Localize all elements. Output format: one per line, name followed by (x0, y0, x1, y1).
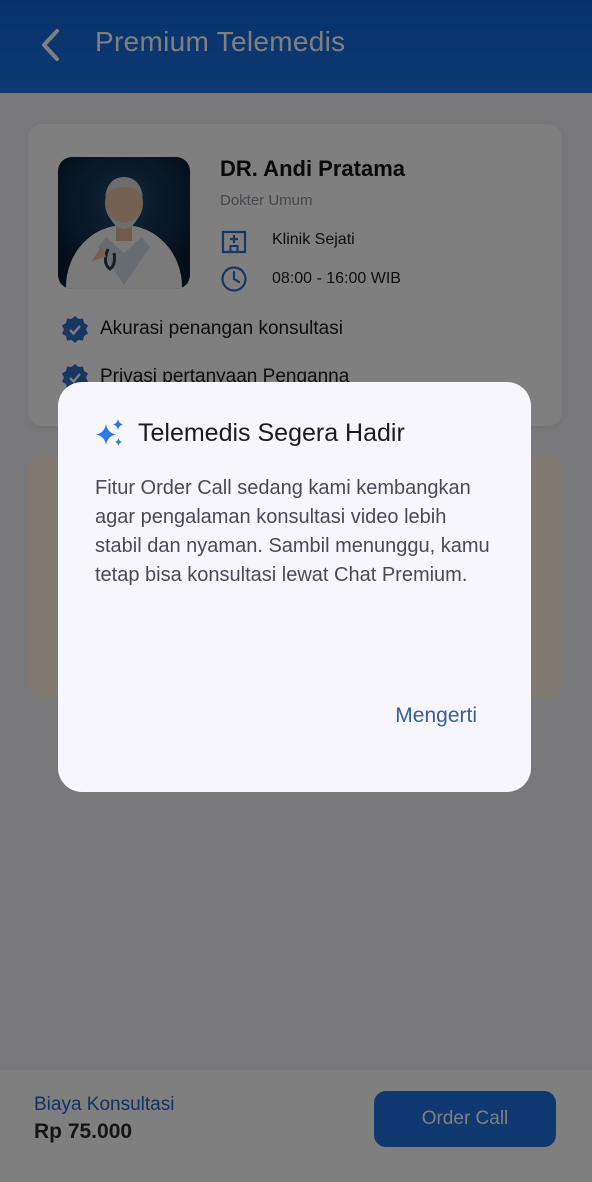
sparkle-icon (96, 419, 123, 446)
dialog-title: Telemedis Segera Hadir (138, 419, 405, 447)
understand-button[interactable]: Mengerti (395, 704, 477, 728)
dialog-message: Fitur Order Call sedang kami kembangkan … (95, 477, 490, 586)
coming-soon-dialog: Telemedis Segera Hadir Fitur Order Call … (58, 382, 531, 792)
